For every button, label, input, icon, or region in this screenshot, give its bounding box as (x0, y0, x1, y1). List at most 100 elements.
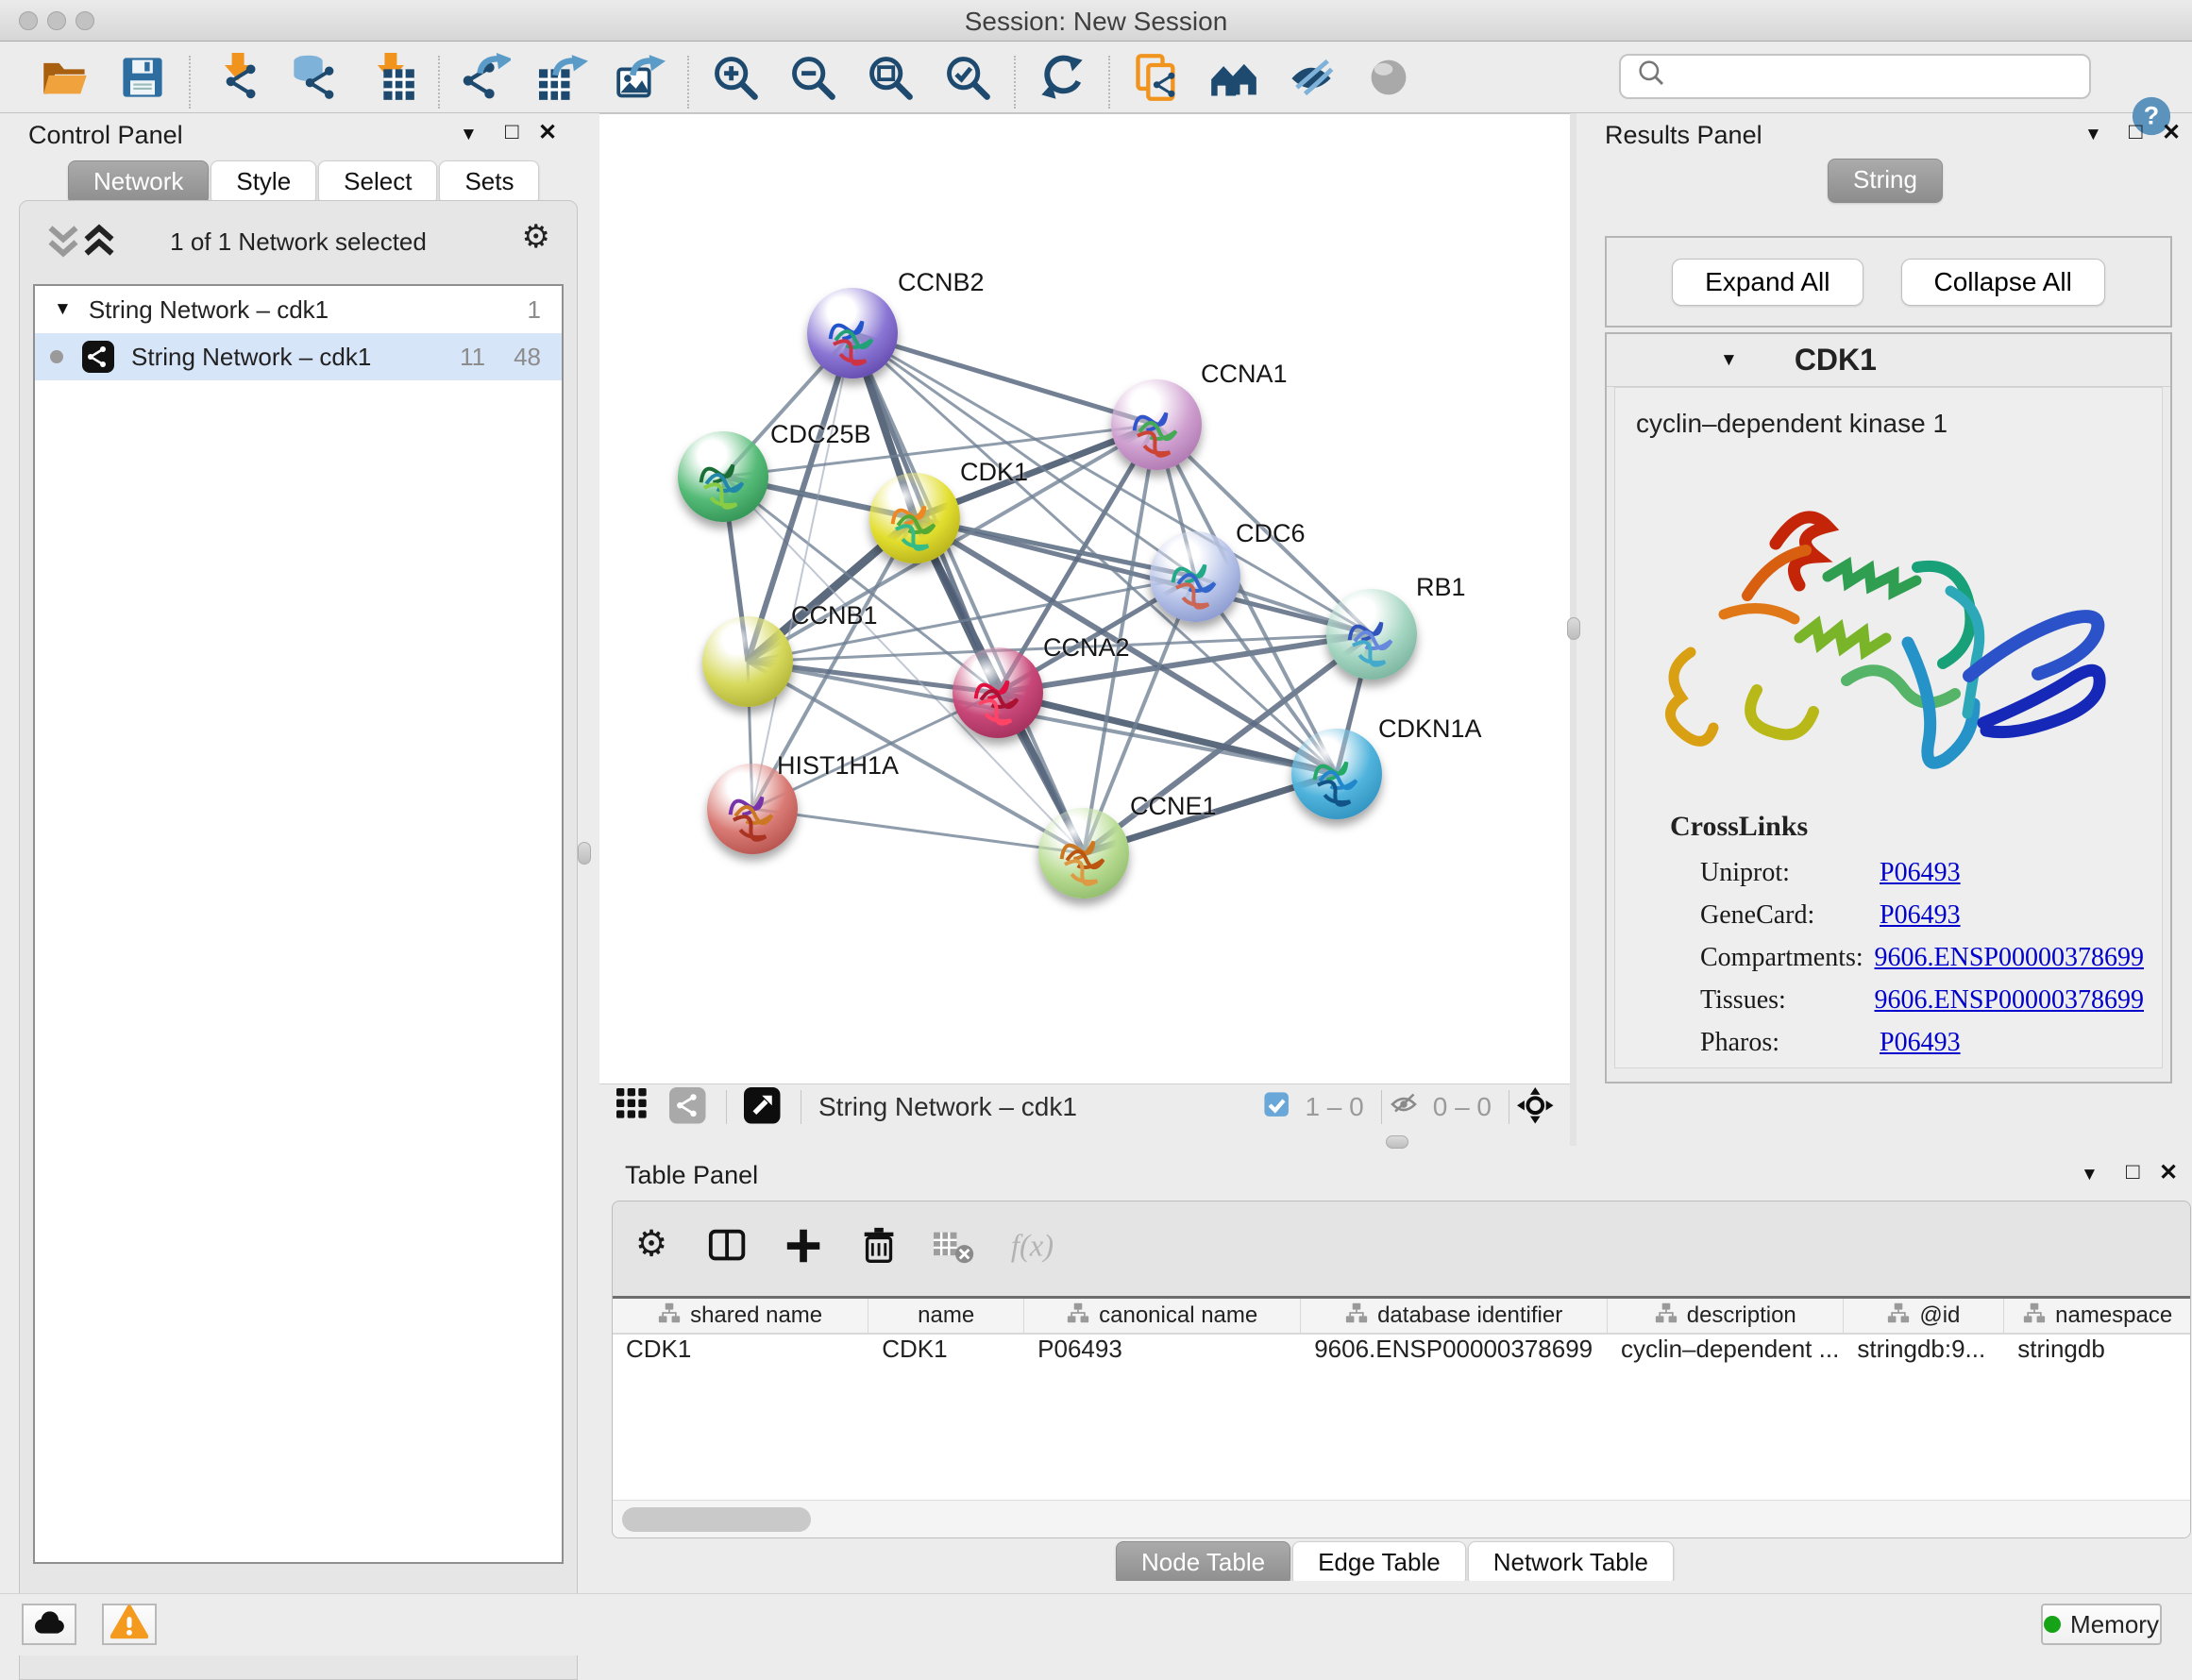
node-CCNE1[interactable] (1038, 808, 1129, 899)
import-network-icon[interactable] (208, 48, 266, 107)
node-CCNA1[interactable] (1111, 379, 1202, 470)
open-session-icon[interactable] (36, 48, 94, 107)
crosslink-link[interactable]: P06493 (1880, 1028, 1961, 1070)
tab-style[interactable]: Style (211, 160, 316, 205)
add-row-icon[interactable] (783, 1225, 826, 1273)
network-collection-row[interactable]: ▼ String Network – cdk1 1 (35, 286, 562, 333)
save-session-icon[interactable] (113, 48, 172, 107)
warnings-button[interactable] (102, 1604, 157, 1645)
edge-CCNB2-CCNA1[interactable] (852, 333, 1156, 425)
apply-layout-icon[interactable] (1033, 48, 1091, 107)
tab-select[interactable]: Select (318, 160, 437, 205)
gene-entry-header[interactable]: ▼ CDK1 (1607, 334, 2170, 387)
delete-table-icon[interactable] (934, 1225, 977, 1273)
edit-columns-icon[interactable] (707, 1225, 750, 1273)
column-header-description[interactable]: description (1608, 1299, 1844, 1333)
expand-all-button[interactable]: Expand All (1672, 259, 1863, 306)
horizontal-scrollbar[interactable] (613, 1500, 2191, 1537)
results-buttons-box: Expand All Collapse All (1605, 236, 2172, 328)
import-table-icon[interactable] (363, 48, 421, 107)
hide-selected-icon[interactable] (1282, 48, 1340, 107)
fit-selected-crosshair-icon[interactable] (1517, 1087, 1557, 1127)
close-panel-icon[interactable]: ✕ (2159, 1159, 2178, 1186)
tab-edge-table[interactable]: Edge Table (1292, 1541, 1466, 1586)
birdseye-view-icon[interactable] (744, 1087, 784, 1127)
grid-view-icon[interactable] (616, 1088, 654, 1126)
collection-expand-icon[interactable]: ▼ (54, 299, 72, 320)
panel-menu-icon[interactable]: ▼ (2081, 1165, 2099, 1185)
crosslink-link[interactable]: P06493 (1880, 900, 1961, 943)
table-cell[interactable]: 9606.ENSP00000378699 (1301, 1335, 1608, 1370)
node-table[interactable]: shared namename canonical name database id… (613, 1296, 2191, 1500)
node-CCNA2[interactable] (953, 647, 1043, 738)
apply-function-icon[interactable]: f(x) (1009, 1225, 1053, 1273)
node-CDC6[interactable] (1150, 531, 1240, 622)
crosslink-link[interactable]: P06493 (1880, 858, 1961, 900)
import-network-database-icon[interactable] (285, 48, 344, 107)
export-table-icon[interactable] (534, 48, 593, 107)
table-row[interactable]: CDK1CDK1P064939606.ENSP00000378699cyclin… (613, 1335, 2191, 1370)
close-panel-icon[interactable]: ✕ (538, 119, 557, 146)
node-RB1[interactable] (1326, 589, 1417, 680)
float-panel-icon[interactable]: □ (2126, 1159, 2140, 1185)
column-header-shared-name[interactable]: shared name (613, 1299, 868, 1333)
show-all-icon[interactable] (1359, 48, 1418, 107)
float-panel-icon[interactable]: □ (505, 119, 519, 145)
search-box[interactable] (1619, 54, 2091, 99)
network-options-gear-icon[interactable]: ⚙ (522, 218, 550, 256)
crosslink-link[interactable]: 9606.ENSP00000378699 (1875, 985, 2144, 1028)
export-network-icon[interactable] (457, 48, 515, 107)
tab-network[interactable]: Network (68, 160, 209, 205)
selected-checkbox-icon[interactable] (1263, 1091, 1295, 1123)
scrollbar-thumb[interactable] (622, 1507, 811, 1532)
tab-sets[interactable]: Sets (439, 160, 539, 205)
tab-string[interactable]: String (1828, 159, 1943, 203)
share-view-icon[interactable] (669, 1087, 709, 1127)
export-image-icon[interactable] (612, 48, 670, 107)
node-CCNB2[interactable] (807, 288, 898, 378)
houses-icon[interactable] (1205, 48, 1263, 107)
clone-network-icon[interactable] (1127, 48, 1186, 107)
table-cell[interactable]: CDK1 (868, 1335, 1024, 1370)
edge-CCNE1-HIST1H1A[interactable] (752, 809, 1084, 853)
collapse-all-button[interactable]: Collapse All (1901, 259, 2105, 306)
memory-button[interactable]: Memory (2041, 1604, 2162, 1645)
table-cell[interactable]: stringdb:9... (1844, 1335, 2004, 1370)
column-header-canonical-name[interactable]: canonical name (1024, 1299, 1301, 1333)
network-canvas[interactable]: CCNB2CCNA1CDC25BCDK1CDC6RB1CCNB1CCNA2CDK… (599, 113, 1570, 1084)
zoom-selected-icon[interactable] (938, 48, 997, 107)
node-CDK1[interactable] (869, 473, 960, 563)
node-CDKN1A[interactable] (1291, 729, 1382, 819)
toolbar-separator (438, 56, 440, 109)
table-cell[interactable]: P06493 (1024, 1335, 1301, 1370)
tab-node-table[interactable]: Node Table (1116, 1541, 1290, 1586)
left-splitter-grip[interactable] (578, 842, 591, 865)
float-panel-icon[interactable]: □ (2129, 119, 2143, 145)
panel-menu-icon[interactable]: ▼ (2084, 125, 2102, 145)
tab-network-table[interactable]: Network Table (1468, 1541, 1674, 1586)
cloud-status-button[interactable] (22, 1604, 76, 1645)
zoom-fit-icon[interactable] (861, 48, 919, 107)
delete-rows-icon[interactable] (858, 1225, 902, 1273)
node-CCNB1[interactable] (702, 616, 793, 707)
search-input[interactable] (1681, 62, 2089, 92)
zoom-in-icon[interactable] (706, 48, 765, 107)
column-header-@id[interactable]: @id (1844, 1299, 2004, 1333)
table-cell[interactable]: CDK1 (613, 1335, 868, 1370)
network-row[interactable]: String Network – cdk1 11 48 (35, 333, 562, 380)
column-header-namespace[interactable]: namespace (2004, 1299, 2191, 1333)
bottom-splitter-grip[interactable] (1386, 1135, 1408, 1149)
table-settings-gear-icon[interactable]: ⚙ (632, 1225, 675, 1273)
table-cell[interactable]: cyclin–dependent ... (1608, 1335, 1844, 1370)
node-CDC25B[interactable] (678, 431, 768, 522)
entry-expand-icon[interactable]: ▼ (1720, 350, 1738, 371)
edge-CCNB2-HIST1H1A[interactable] (752, 333, 852, 809)
column-header-database-identifier[interactable]: database identifier (1301, 1299, 1608, 1333)
panel-menu-icon[interactable]: ▼ (460, 125, 478, 145)
zoom-out-icon[interactable] (784, 48, 842, 107)
crosslink-link[interactable]: 9606.ENSP00000378699 (1875, 943, 2144, 985)
close-panel-icon[interactable]: ✕ (2162, 119, 2181, 146)
column-header-name[interactable]: name (868, 1299, 1024, 1333)
column-label: canonical name (1099, 1302, 1257, 1329)
table-cell[interactable]: stringdb (2004, 1335, 2191, 1370)
